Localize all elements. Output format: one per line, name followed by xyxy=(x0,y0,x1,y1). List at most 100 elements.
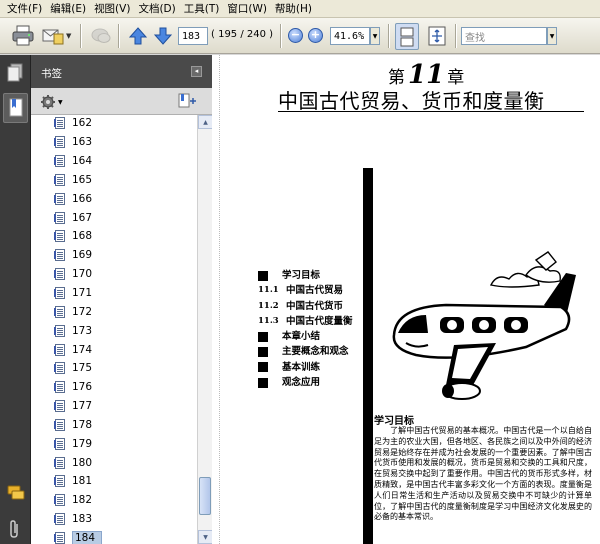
printer-icon[interactable] xyxy=(10,23,36,49)
zoom-in-icon[interactable]: + xyxy=(308,28,323,43)
bookmark-item[interactable]: 168 xyxy=(31,227,197,246)
bookmark-label: 165 xyxy=(72,173,93,186)
menu-help[interactable]: 帮助(H) xyxy=(271,1,316,17)
up-arrow-icon[interactable] xyxy=(127,25,149,47)
bookmark-label: 166 xyxy=(72,192,93,205)
bookmark-item[interactable]: 184 xyxy=(31,529,197,544)
zoom-dropdown[interactable]: ▼ xyxy=(370,27,380,45)
search-dropdown[interactable]: ▼ xyxy=(547,27,557,45)
bookmark-label: 177 xyxy=(72,400,93,413)
menu-view[interactable]: 视图(V) xyxy=(90,1,134,17)
scroll-up-icon[interactable]: ▲ xyxy=(198,115,213,129)
menu-window[interactable]: 窗口(W) xyxy=(223,1,271,17)
bookmark-label: 169 xyxy=(72,249,93,262)
toc-text: 中国古代贸易 xyxy=(286,285,344,297)
zoom-out-icon[interactable]: − xyxy=(288,28,303,43)
bookmark-item[interactable]: 181 xyxy=(31,472,197,491)
bookmark-item[interactable]: 176 xyxy=(31,378,197,397)
pages-icon[interactable] xyxy=(7,63,23,83)
bookmark-scrollbar[interactable]: ▲ ▼ xyxy=(197,115,213,544)
bookmark-item[interactable]: 166 xyxy=(31,189,197,208)
bookmark-item[interactable]: 173 xyxy=(31,321,197,340)
bookmark-label: 183 xyxy=(72,513,93,526)
chevron-down-icon[interactable]: ▼ xyxy=(66,32,71,40)
toc-text: 主要概念和观念 xyxy=(282,346,349,358)
bookmark-item[interactable]: 174 xyxy=(31,340,197,359)
bookmark-item[interactable]: 169 xyxy=(31,246,197,265)
bookmark-label: 175 xyxy=(72,362,93,375)
bookmark-page-icon xyxy=(54,268,65,281)
options-gear-icon[interactable]: ▼ xyxy=(40,94,63,110)
square-bullet-icon xyxy=(258,362,268,373)
bookmark-item[interactable]: 180 xyxy=(31,453,197,472)
menu-tools[interactable]: 工具(T) xyxy=(180,1,224,17)
bookmark-page-icon xyxy=(54,324,65,337)
study-goals-text: 了解中国古代贸易的基本概况。中国古代是一个以自给自足为主的农业大国，但各地区、各… xyxy=(374,426,592,522)
bookmark-item[interactable]: 163 xyxy=(31,133,197,152)
toc-text: 观念应用 xyxy=(282,377,321,389)
bookmark-item[interactable]: 175 xyxy=(31,359,197,378)
bookmark-label: 162 xyxy=(72,117,93,130)
bookmark-label: 167 xyxy=(72,211,93,224)
toc-item: 11.3 中国古代度量衡 xyxy=(258,314,353,329)
menu-bar: 文件(F) 编辑(E) 视图(V) 文档(D) 工具(T) 窗口(W) 帮助(H… xyxy=(0,0,600,18)
new-bookmark-icon[interactable] xyxy=(177,93,197,112)
bookmark-page-icon xyxy=(54,437,65,450)
bookmark-item[interactable]: 165 xyxy=(31,171,197,190)
single-page-icon[interactable] xyxy=(395,23,419,50)
bookmark-label: 184 xyxy=(72,530,103,544)
fit-page-icon[interactable] xyxy=(425,24,449,48)
email-icon[interactable] xyxy=(40,24,66,48)
zoom-input[interactable]: 41.6% xyxy=(330,27,370,45)
toc-item: 11.2 中国古代货币 xyxy=(258,299,353,314)
scrollbar-thumb[interactable] xyxy=(199,477,211,515)
page-divider xyxy=(212,55,220,544)
bookmark-item[interactable]: 164 xyxy=(31,152,197,171)
bookmark-item[interactable]: 167 xyxy=(31,208,197,227)
toc-item: 观念应用 xyxy=(258,375,353,390)
toc-item: 学习目标 xyxy=(258,268,353,283)
scroll-down-icon[interactable]: ▼ xyxy=(198,530,213,544)
bookmark-item[interactable]: 183 xyxy=(31,510,197,529)
bookmark-item[interactable]: 171 xyxy=(31,284,197,303)
bookmark-item[interactable]: 162 xyxy=(31,115,197,133)
collapse-panel-icon[interactable]: ◂ xyxy=(191,66,202,77)
bookmark-page-icon xyxy=(54,531,65,544)
bookmarks-icon[interactable] xyxy=(3,93,28,123)
bookmark-page-icon xyxy=(54,287,65,300)
bookmark-label: 164 xyxy=(72,155,93,168)
bookmark-page-icon xyxy=(54,475,65,488)
menu-edit[interactable]: 编辑(E) xyxy=(46,1,90,17)
comment-icon[interactable] xyxy=(7,485,25,501)
square-bullet-icon xyxy=(258,377,268,388)
bookmark-list: 162 163 164 165 166 167 168 169 170 171 172 173 174 1… xyxy=(31,115,197,544)
bookmark-page-icon xyxy=(54,456,65,469)
bookmark-item[interactable]: 179 xyxy=(31,434,197,453)
page-number-input[interactable]: 183 xyxy=(178,27,208,45)
bookmark-item[interactable]: 172 xyxy=(31,302,197,321)
down-arrow-icon[interactable] xyxy=(152,25,174,47)
bookmark-page-icon xyxy=(54,400,65,413)
toc-text: 基本训练 xyxy=(282,361,321,373)
title-rule xyxy=(278,111,584,112)
bookmark-item[interactable]: 170 xyxy=(31,265,197,284)
search-input[interactable]: 查找 xyxy=(461,27,547,45)
bookmarks-header: 书签 ◂ xyxy=(31,55,212,88)
toc-text: 本章小结 xyxy=(282,331,321,343)
bookmark-item[interactable]: 178 xyxy=(31,416,197,435)
menu-file[interactable]: 文件(F) xyxy=(3,1,46,17)
bookmark-item[interactable]: 177 xyxy=(31,397,197,416)
bookmark-label: 178 xyxy=(72,418,93,431)
toc-number: 11.1 xyxy=(258,285,279,296)
comment-icon[interactable] xyxy=(88,24,114,48)
attachment-icon[interactable] xyxy=(7,519,21,539)
square-bullet-icon xyxy=(258,347,268,358)
airplane-illustration xyxy=(376,245,586,408)
menu-document[interactable]: 文档(D) xyxy=(134,1,179,17)
toc-text: 中国古代度量衡 xyxy=(286,315,353,327)
vertical-bar xyxy=(363,168,373,544)
bookmark-item[interactable]: 182 xyxy=(31,491,197,510)
toc-number: 11.3 xyxy=(258,315,279,326)
toc-item: 基本训练 xyxy=(258,360,353,375)
bookmark-page-icon xyxy=(54,192,65,205)
